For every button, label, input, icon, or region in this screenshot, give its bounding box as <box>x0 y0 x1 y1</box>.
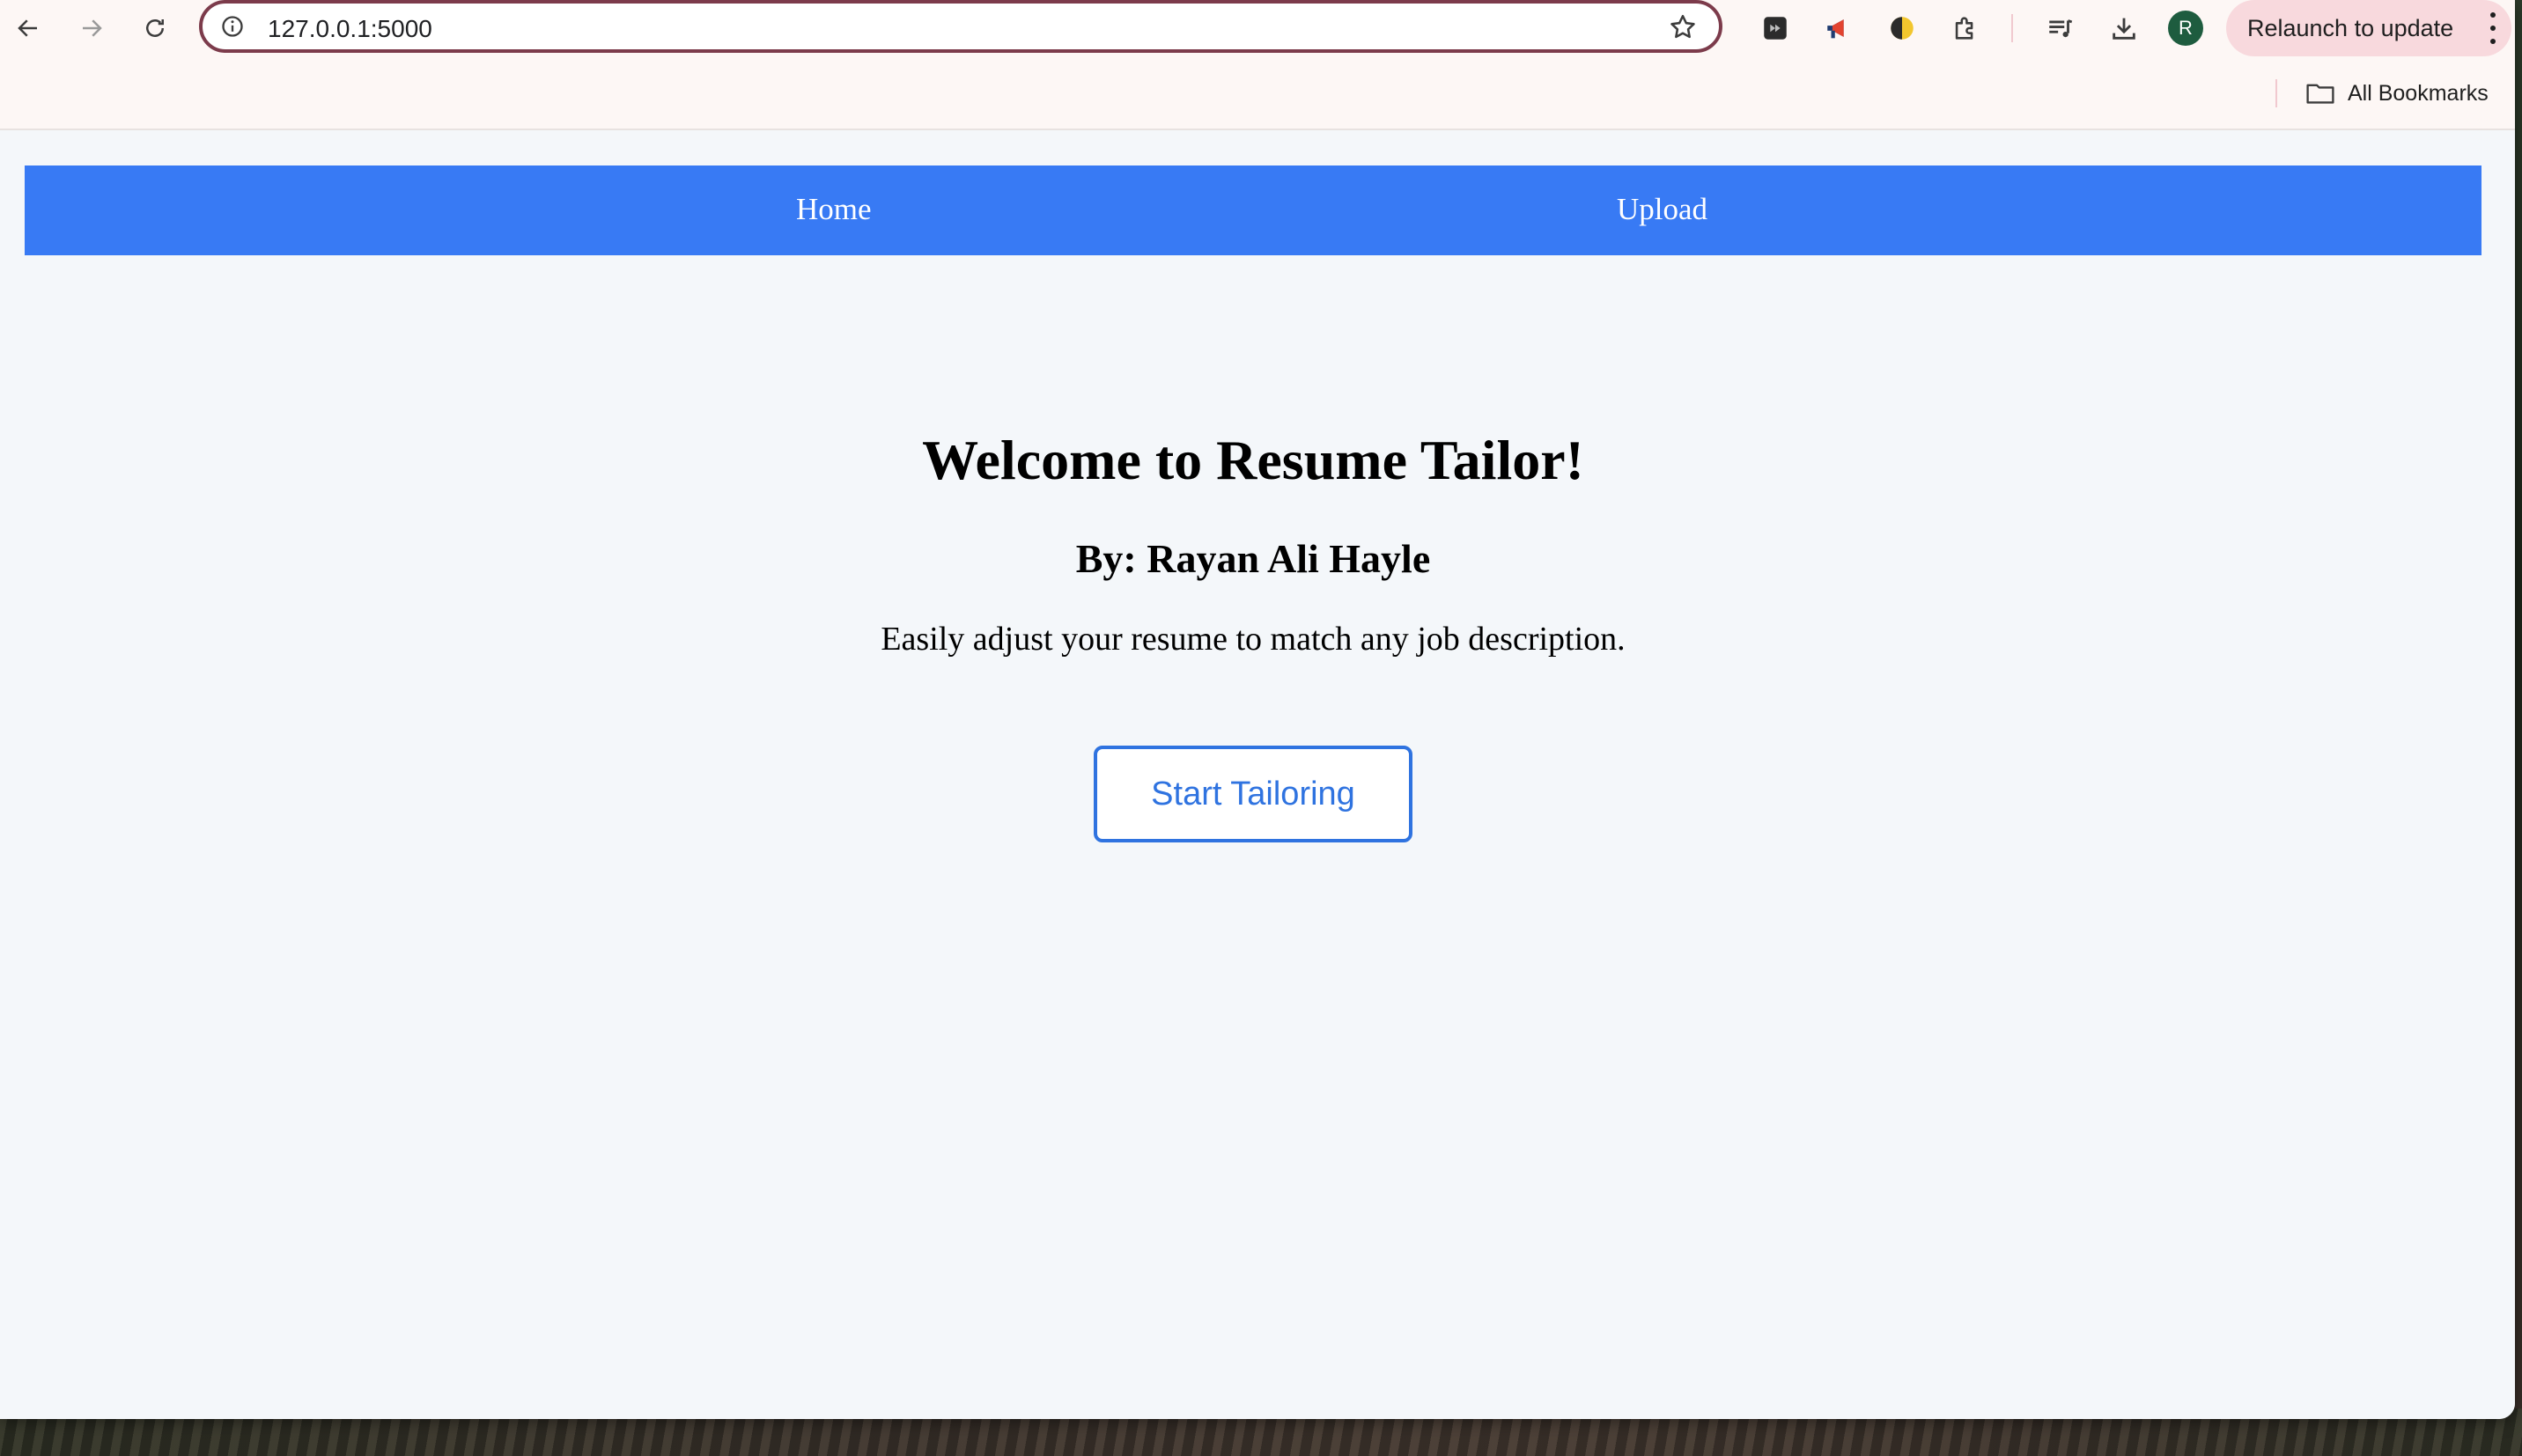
kebab-menu-icon[interactable] <box>2487 12 2499 44</box>
media-extension-button[interactable] <box>1756 9 1795 48</box>
forward-button[interactable] <box>72 9 111 48</box>
half-moon-extension-icon <box>1891 17 1914 40</box>
browser-window: 127.0.0.1:5000 R Relaunch to update All … <box>0 0 2515 1419</box>
nav-link-home[interactable]: Home <box>796 192 872 227</box>
extensions-button[interactable] <box>1946 9 1985 48</box>
site-navbar: Home Upload <box>25 165 2481 255</box>
all-bookmarks-button[interactable]: All Bookmarks <box>2305 77 2489 109</box>
author-line: By: Rayan Ali Hayle <box>1075 536 1431 581</box>
relaunch-label: Relaunch to update <box>2247 15 2454 41</box>
media-extension-icon <box>1764 17 1787 40</box>
start-tailoring-button[interactable]: Start Tailoring <box>1094 746 1412 842</box>
downloads-button[interactable] <box>2105 9 2143 48</box>
address-bar[interactable]: 127.0.0.1:5000 <box>199 0 1722 53</box>
puzzle-extensions-icon <box>1955 17 1973 40</box>
browser-toolbar: 127.0.0.1:5000 R Relaunch to update All … <box>0 0 2515 130</box>
megaphone-extension-button[interactable] <box>1819 9 1858 48</box>
info-icon[interactable] <box>220 14 245 39</box>
profile-avatar[interactable]: R <box>2168 11 2203 46</box>
back-arrow-icon <box>18 19 37 37</box>
reading-list-icon <box>2049 19 2073 38</box>
reading-list-button[interactable] <box>2041 9 2080 48</box>
folder-icon <box>2306 84 2334 104</box>
page-title: Welcome to Resume Tailor! <box>922 429 1584 491</box>
toolbar-separator <box>2011 14 2013 42</box>
reload-button[interactable] <box>136 9 174 48</box>
reload-icon <box>146 19 164 37</box>
tagline: Easily adjust your resume to match any j… <box>881 621 1626 658</box>
url-text[interactable]: 127.0.0.1:5000 <box>268 15 432 43</box>
back-button[interactable] <box>9 9 48 48</box>
bookmarks-separator <box>2275 79 2277 107</box>
page-content: Home Upload Welcome to Resume Tailor! By… <box>0 130 2515 1419</box>
forward-arrow-icon <box>83 19 102 37</box>
nav-link-upload[interactable]: Upload <box>1617 192 1707 227</box>
relaunch-button[interactable]: Relaunch to update <box>2226 0 2511 56</box>
download-icon <box>2113 18 2135 40</box>
star-icon[interactable] <box>1668 12 1698 42</box>
megaphone-extension-icon <box>1827 19 1844 39</box>
half-moon-extension-button[interactable] <box>1883 9 1921 48</box>
all-bookmarks-label: All Bookmarks <box>2348 80 2489 106</box>
